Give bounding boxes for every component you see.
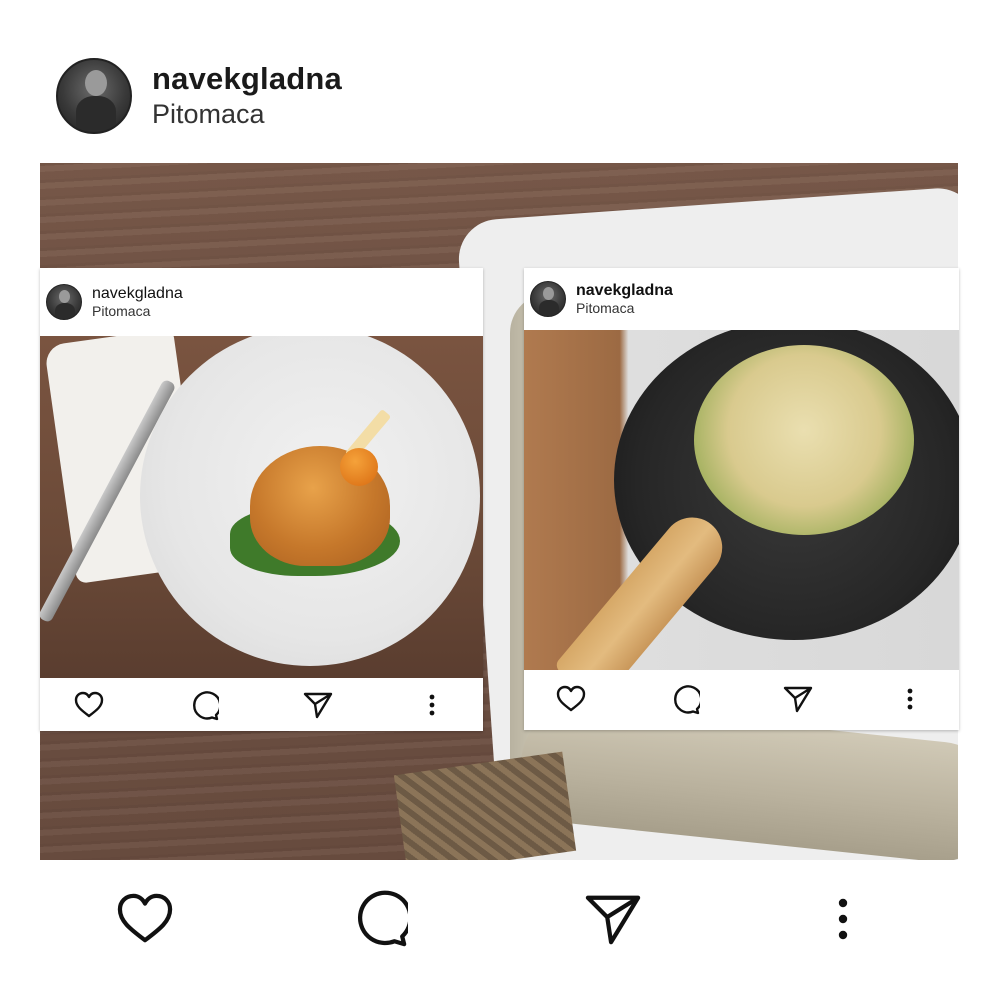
more-options-icon: [838, 898, 848, 940]
cherry-tomato: [340, 448, 378, 486]
embedded-post-names: navekgladna Pitomaca: [92, 284, 183, 320]
share-icon: [302, 690, 334, 720]
embedded-location: Pitomaca: [92, 303, 151, 319]
embedded-post-left: navekgladna Pitomaca: [40, 268, 483, 731]
more-options-button[interactable]: [828, 894, 858, 944]
comment-button[interactable]: [348, 888, 410, 950]
post-action-bar: [0, 880, 1000, 960]
username[interactable]: navekgladna: [152, 61, 342, 97]
share-button[interactable]: [582, 890, 644, 948]
avatar-head: [85, 70, 107, 96]
embedded-location: Pitomaca: [576, 300, 635, 316]
burger-photo: [40, 336, 483, 678]
pasta-photo: [524, 330, 959, 670]
embedded-post-header: navekgladna Pitomaca: [524, 268, 959, 330]
avatar[interactable]: [56, 58, 132, 134]
embedded-username: navekgladna: [92, 285, 183, 302]
embedded-post-names: navekgladna Pitomaca: [576, 281, 673, 317]
post-header-names: navekgladna Pitomaca: [152, 61, 342, 131]
embedded-post-header: navekgladna Pitomaca: [40, 268, 483, 336]
embedded-post-right: navekgladna Pitomaca: [524, 268, 959, 730]
share-icon: [585, 895, 641, 945]
share-icon: [782, 684, 814, 714]
location[interactable]: Pitomaca: [152, 97, 342, 131]
comment-icon: [188, 690, 220, 722]
heart-icon: [73, 690, 105, 720]
more-options-icon: [422, 690, 442, 720]
avatar-body: [539, 300, 559, 316]
heart-icon: [117, 893, 173, 943]
avatar: [530, 281, 566, 317]
avatar: [46, 284, 82, 320]
avatar-body: [55, 303, 75, 319]
embedded-username: navekgladna: [576, 282, 673, 299]
comment-icon: [357, 890, 408, 947]
embedded-action-bar: [40, 678, 483, 731]
more-options-icon: [900, 684, 920, 714]
photo-basket: [393, 751, 577, 860]
avatar-head: [59, 290, 70, 303]
embedded-action-bar: [524, 670, 959, 730]
avatar-head: [543, 287, 554, 300]
like-button[interactable]: [114, 890, 176, 948]
heart-icon: [555, 684, 587, 714]
comment-icon: [669, 684, 701, 716]
avatar-body: [76, 96, 116, 130]
post-header: navekgladna Pitomaca: [56, 57, 342, 135]
pasta: [694, 345, 914, 535]
